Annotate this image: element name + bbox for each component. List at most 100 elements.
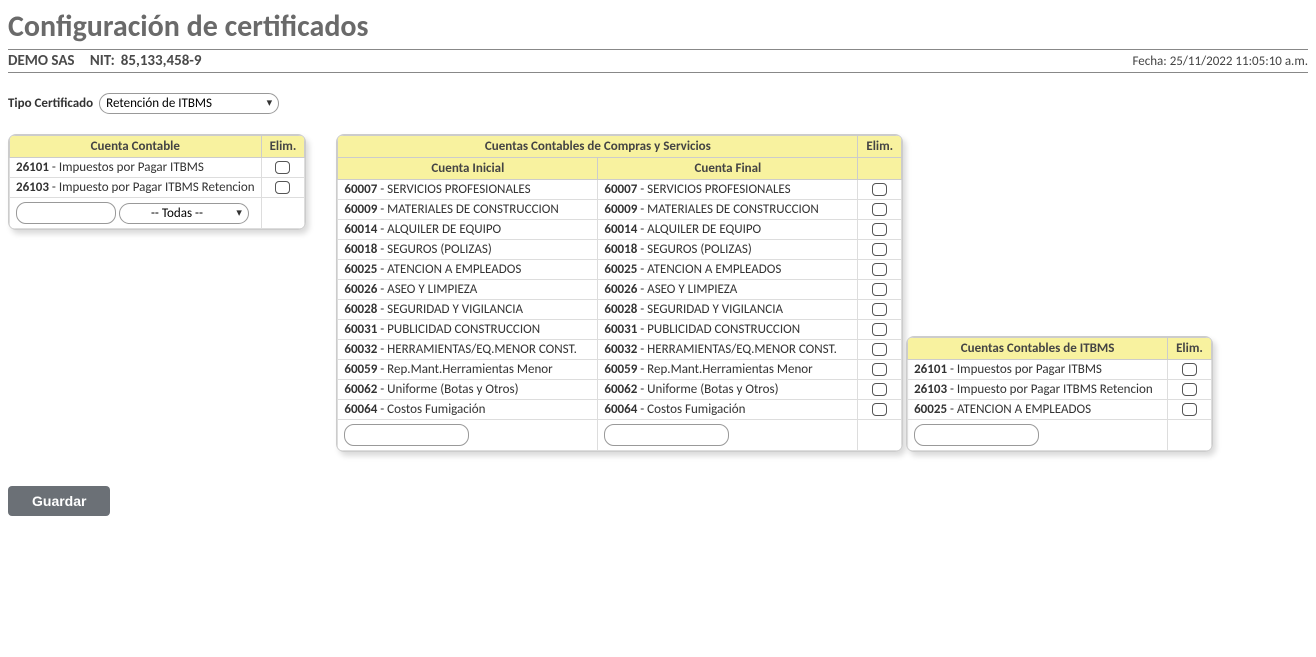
itbms-header-main: Cuentas Contables de ITBMS — [908, 338, 1168, 360]
date-label: Fecha: — [1132, 54, 1166, 69]
account-desc: ATENCION A EMPLEADOS — [387, 262, 521, 277]
delete-checkbox[interactable] — [872, 223, 887, 236]
table-row: 60014 - ALQUILER DE EQUIPO60014 - ALQUIL… — [338, 220, 902, 240]
account-code: 60026 — [604, 282, 637, 297]
save-button[interactable]: Guardar — [8, 486, 110, 516]
table-row: 26103 - Impuesto por Pagar ITBMS Retenci… — [10, 178, 305, 198]
table-row: 60009 - MATERIALES DE CONSTRUCCION60009 … — [338, 200, 902, 220]
purchases-add-initial-input[interactable] — [344, 424, 469, 446]
account-code: 60031 — [344, 322, 377, 337]
account-code: 60064 — [604, 402, 637, 417]
company-name: DEMO SAS — [8, 52, 75, 70]
table-row: 60031 - PUBLICIDAD CONSTRUCCION60031 - P… — [338, 320, 902, 340]
date-info: Fecha: 25/11/2022 11:05:10 a.m. — [1132, 54, 1308, 69]
account-desc: ALQUILER DE EQUIPO — [387, 222, 501, 237]
cert-type-label: Tipo Certificado — [8, 96, 93, 111]
delete-checkbox[interactable] — [872, 183, 887, 196]
table-row: 26101 - Impuestos por Pagar ITBMS — [908, 360, 1212, 380]
account-code: 60009 — [344, 202, 377, 217]
account-code: 60014 — [604, 222, 637, 237]
delete-checkbox[interactable] — [872, 343, 887, 356]
account-desc: ATENCION A EMPLEADOS — [957, 402, 1091, 417]
account-desc: ASEO Y LIMPIEZA — [387, 282, 477, 297]
left-account-panel: Cuenta Contable Elim. 26101 - Impuestos … — [8, 134, 306, 230]
account-desc: Uniforme (Botas y Otros) — [647, 382, 778, 397]
account-desc: Costos Fumigación — [647, 402, 745, 417]
account-code: 60007 — [344, 182, 377, 197]
account-desc: ALQUILER DE EQUIPO — [647, 222, 761, 237]
account-code: 60018 — [344, 242, 377, 257]
itbms-header-delete: Elim. — [1168, 338, 1212, 360]
delete-checkbox[interactable] — [872, 203, 887, 216]
account-desc: Impuestos por Pagar ITBMS — [957, 362, 1102, 377]
delete-checkbox[interactable] — [872, 283, 887, 296]
account-desc: MATERIALES DE CONSTRUCCION — [387, 202, 559, 217]
account-code: 60059 — [344, 362, 377, 377]
account-desc: HERRAMIENTAS/EQ.MENOR CONST. — [647, 342, 837, 357]
date-value: 25/11/2022 11:05:10 a.m. — [1170, 54, 1308, 69]
account-desc: Uniforme (Botas y Otros) — [387, 382, 518, 397]
account-desc: PUBLICIDAD CONSTRUCCION — [387, 322, 540, 337]
cert-type-select[interactable]: Retención de ITBMS — [99, 93, 279, 114]
account-desc: Costos Fumigación — [387, 402, 485, 417]
delete-checkbox[interactable] — [872, 323, 887, 336]
delete-checkbox[interactable] — [872, 363, 887, 376]
account-desc: Impuestos por Pagar ITBMS — [59, 160, 204, 175]
table-row: 60064 - Costos Fumigación60064 - Costos … — [338, 400, 902, 420]
table-row: 60032 - HERRAMIENTAS/EQ.MENOR CONST.6003… — [338, 340, 902, 360]
purchases-header-final: Cuenta Final — [598, 158, 858, 180]
account-desc: SEGURIDAD Y VIGILANCIA — [647, 302, 783, 317]
page-title: Configuración de certificados — [8, 8, 1308, 45]
account-desc: HERRAMIENTAS/EQ.MENOR CONST. — [387, 342, 577, 357]
delete-checkbox[interactable] — [1182, 363, 1197, 376]
table-row: 60059 - Rep.Mant.Herramientas Menor60059… — [338, 360, 902, 380]
account-code: 60026 — [344, 282, 377, 297]
account-desc: Rep.Mant.Herramientas Menor — [387, 362, 552, 377]
purchases-header-main: Cuentas Contables de Compras y Servicios — [338, 136, 858, 158]
delete-checkbox[interactable] — [1182, 383, 1197, 396]
account-code: 60025 — [344, 262, 377, 277]
purchases-header-initial: Cuenta Inicial — [338, 158, 598, 180]
delete-checkbox[interactable] — [872, 243, 887, 256]
account-code: 60018 — [604, 242, 637, 257]
purchases-header-delete: Elim. — [858, 136, 902, 158]
sub-header: DEMO SAS NIT: 85,133,458-9 Fecha: 25/11/… — [8, 49, 1308, 73]
account-desc: SERVICIOS PROFESIONALES — [647, 182, 790, 197]
account-code: 60014 — [344, 222, 377, 237]
account-code: 26103 — [914, 382, 947, 397]
table-row: 60025 - ATENCION A EMPLEADOS60025 - ATEN… — [338, 260, 902, 280]
account-code: 60032 — [344, 342, 377, 357]
delete-checkbox[interactable] — [872, 403, 887, 416]
account-code: 60062 — [604, 382, 637, 397]
delete-checkbox[interactable] — [872, 303, 887, 316]
table-row: 60028 - SEGURIDAD Y VIGILANCIA60028 - SE… — [338, 300, 902, 320]
account-code: 60025 — [604, 262, 637, 277]
table-row: 60026 - ASEO Y LIMPIEZA60026 - ASEO Y LI… — [338, 280, 902, 300]
delete-checkbox[interactable] — [872, 263, 887, 276]
account-desc: SEGUROS (POLIZAS) — [387, 242, 492, 257]
left-add-account-input[interactable] — [16, 202, 116, 224]
purchases-panel: Cuentas Contables de Compras y Servicios… — [336, 134, 903, 452]
account-code: 26101 — [914, 362, 947, 377]
table-row: 60062 - Uniforme (Botas y Otros)60062 - … — [338, 380, 902, 400]
nit-label: NIT: — [90, 52, 115, 70]
account-desc: ATENCION A EMPLEADOS — [647, 262, 781, 277]
account-code: 60064 — [344, 402, 377, 417]
table-row: 60025 - ATENCION A EMPLEADOS — [908, 400, 1212, 420]
account-desc: MATERIALES DE CONSTRUCCION — [647, 202, 819, 217]
itbms-add-input[interactable] — [914, 424, 1039, 446]
nit-value: 85,133,458-9 — [121, 52, 202, 70]
delete-checkbox[interactable] — [1182, 403, 1197, 416]
account-code: 60028 — [604, 302, 637, 317]
account-code: 60028 — [344, 302, 377, 317]
cert-type-row: Tipo Certificado Retención de ITBMS — [8, 93, 1308, 114]
account-code: 60009 — [604, 202, 637, 217]
delete-checkbox[interactable] — [872, 383, 887, 396]
account-code: 60025 — [914, 402, 947, 417]
account-desc: ASEO Y LIMPIEZA — [647, 282, 737, 297]
delete-checkbox[interactable] — [275, 181, 290, 194]
table-row: 26103 - Impuesto por Pagar ITBMS Retenci… — [908, 380, 1212, 400]
delete-checkbox[interactable] — [275, 161, 290, 174]
purchases-add-final-input[interactable] — [604, 424, 729, 446]
left-add-account-select[interactable]: -- Todas -- — [119, 203, 249, 224]
